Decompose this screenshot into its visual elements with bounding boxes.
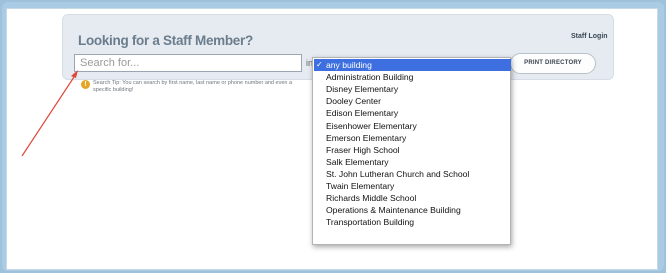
- dropdown-option-label: Fraser High School: [326, 144, 400, 155]
- dropdown-option[interactable]: Operations & Maintenance Building: [314, 204, 511, 216]
- dropdown-option-label: any building: [326, 60, 372, 70]
- dropdown-option-label: Administration Building: [326, 72, 414, 83]
- dropdown-option[interactable]: Dooley Center: [314, 95, 511, 107]
- checkmark-icon: ✓: [316, 60, 323, 69]
- dropdown-option[interactable]: Transportation Building: [314, 216, 511, 228]
- dropdown-option-label: Emerson Elementary: [326, 132, 407, 143]
- dropdown-option-label: Disney Elementary: [326, 84, 399, 95]
- dropdown-option-label: Operations & Maintenance Building: [326, 205, 461, 216]
- dropdown-option-label: Twain Elementary: [326, 181, 395, 191]
- dropdown-option-label: Salk Elementary: [326, 156, 389, 167]
- dropdown-option[interactable]: Twain Elementary: [314, 180, 511, 192]
- dropdown-option-label: Eisenhower Elementary: [326, 120, 417, 131]
- dropdown-option[interactable]: Salk Elementary: [314, 156, 511, 168]
- dropdown-option-label: Edison Elementary: [326, 108, 399, 119]
- dropdown-option[interactable]: St. John Lutheran Church and School: [314, 168, 511, 180]
- dropdown-option-label: Transportation Building: [326, 217, 415, 228]
- dropdown-option[interactable]: Emerson Elementary: [314, 132, 511, 144]
- panel-title: Looking for a Staff Member?: [78, 33, 253, 48]
- dropdown-option[interactable]: Fraser High School: [314, 144, 511, 156]
- building-select-dropdown[interactable]: ✓ any building Administration Building Disn…: [312, 57, 511, 245]
- dropdown-option[interactable]: Administration Building: [314, 71, 511, 83]
- search-tip: Search Tip: You can search by first name…: [93, 80, 293, 93]
- dropdown-option[interactable]: Disney Elementary: [314, 83, 511, 95]
- staff-login-link[interactable]: Staff Login: [571, 33, 608, 40]
- dropdown-option[interactable]: Edison Elementary: [314, 107, 511, 119]
- dropdown-option-label: Richards Middle School: [326, 193, 417, 204]
- dropdown-option[interactable]: Eisenhower Elementary: [314, 120, 511, 132]
- dropdown-option[interactable]: ✓ any building: [314, 59, 511, 72]
- print-directory-button[interactable]: PRINT DIRECTORY: [510, 53, 596, 74]
- search-input[interactable]: [74, 54, 302, 72]
- dropdown-option-label: Dooley Center: [326, 96, 381, 107]
- dropdown-option[interactable]: Richards Middle School: [314, 192, 511, 204]
- lightbulb-icon: !: [81, 80, 90, 89]
- dropdown-option-label: St. John Lutheran Church and School: [326, 168, 470, 179]
